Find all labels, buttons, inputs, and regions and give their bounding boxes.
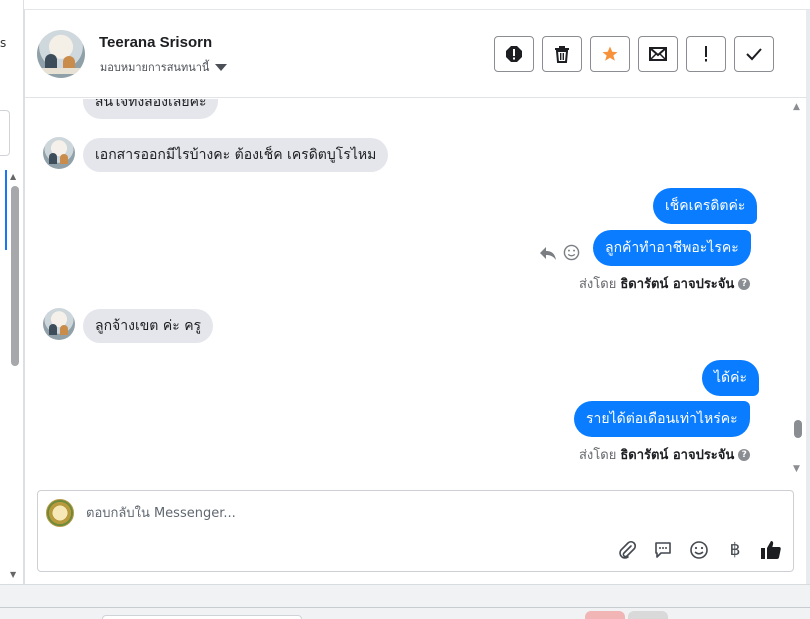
contact-avatar-small (43, 308, 75, 340)
mark-unread-button[interactable] (638, 36, 678, 72)
sent-by-prefix: ส่งโดย (579, 448, 617, 463)
conversation-panel: Teerana Srisorn มอบหมายการสนทนานี้ สนใจท… (24, 10, 807, 584)
reply-icon[interactable] (539, 245, 557, 261)
chat-scroll-down-arrow[interactable]: ▼ (793, 464, 800, 474)
contact-avatar[interactable] (37, 30, 85, 78)
incoming-message[interactable]: สนใจทั้งสองเลยคะ (83, 99, 219, 119)
taskbar-app-icon[interactable] (585, 611, 625, 619)
mark-done-button[interactable] (734, 36, 774, 72)
sidebar-edge-text: s (0, 36, 7, 50)
message-actions (539, 244, 580, 261)
attach-button[interactable] (614, 537, 640, 563)
envelope-icon (649, 47, 667, 61)
message-thread[interactable]: สนใจทั้งสองเลยคะ เอกสารออกมีไรบ้างคะ ต้อ… (25, 99, 795, 477)
smiley-icon (690, 541, 708, 559)
sent-by-label: ส่งโดย ธิดารัตน์ อาจประจัน ? (579, 273, 751, 294)
thumbs-up-icon (761, 541, 781, 559)
chat-scroll-up-arrow[interactable]: ▲ (793, 102, 800, 112)
sidebar-scroll-down-arrow[interactable]: ▼ (10, 570, 16, 579)
react-emoji-icon[interactable] (563, 244, 580, 261)
page-avatar (46, 499, 74, 527)
top-border (24, 0, 810, 10)
star-button[interactable] (590, 36, 630, 72)
assign-conversation-dropdown[interactable]: มอบหมายการสนทนานี้ (100, 58, 228, 76)
message-composer: ฿ (37, 490, 794, 572)
sidebar-selection-indicator (5, 170, 7, 250)
sidebar-scroll-up-arrow[interactable]: ▲ (10, 172, 16, 181)
contact-name[interactable]: Teerana Srisorn (99, 34, 212, 51)
contact-avatar-small (43, 137, 75, 169)
sidebar-edge-card[interactable] (0, 110, 10, 156)
chat-bubble-icon (655, 542, 671, 558)
outgoing-message[interactable]: รายได้ต่อเดือนเท่าไหร่คะ (574, 401, 750, 437)
follow-up-button[interactable] (686, 36, 726, 72)
conversation-header: Teerana Srisorn มอบหมายการสนทนานี้ (25, 10, 807, 98)
outgoing-message[interactable]: เช็คเครดิตค่ะ (653, 188, 758, 224)
octagon-alert-icon (506, 46, 522, 62)
sent-by-prefix: ส่งโดย (579, 277, 617, 292)
outgoing-message[interactable]: ได้ค่ะ (702, 360, 760, 396)
emoji-button[interactable] (686, 537, 712, 563)
delete-button[interactable] (542, 36, 582, 72)
paperclip-icon (619, 540, 637, 559)
spam-report-button[interactable] (494, 36, 534, 72)
taskbar-tab[interactable] (102, 615, 302, 619)
sent-by-agent-name[interactable]: ธิดารัตน์ อาจประจัน (620, 444, 734, 465)
os-taskbar (0, 584, 810, 619)
reply-input[interactable] (86, 501, 686, 525)
exclamation-icon (705, 46, 707, 62)
taskbar-app-icon[interactable] (628, 611, 668, 619)
chat-scrollbar-thumb[interactable] (794, 420, 802, 438)
assign-label: มอบหมายการสนทนานี้ (100, 61, 210, 74)
left-sidebar-edge: s ▲ ▼ (0, 0, 24, 584)
help-icon[interactable]: ? (738, 277, 751, 290)
sent-by-agent-name[interactable]: ธิดารัตน์ อาจประจัน (620, 273, 734, 294)
star-icon (602, 46, 618, 61)
incoming-message[interactable]: ลูกจ้างเขต ค่ะ ครู (83, 309, 214, 343)
caret-down-icon (215, 63, 228, 71)
trash-icon (555, 46, 569, 63)
incoming-message[interactable]: เอกสารออกมีไรบ้างคะ ต้องเช็ค เครดิตบูโรไ… (83, 138, 389, 172)
help-icon[interactable]: ? (738, 448, 751, 461)
sidebar-scrollbar-thumb[interactable] (11, 186, 19, 366)
like-button[interactable] (758, 537, 784, 563)
payment-button[interactable]: ฿ (722, 537, 748, 563)
chat-scrollbar[interactable]: ▲ ▼ (791, 102, 805, 474)
sent-by-label: ส่งโดย ธิดารัตน์ อาจประจัน ? (579, 444, 751, 465)
quick-reply-button[interactable] (650, 537, 676, 563)
checkmark-icon (746, 48, 762, 61)
taskbar-divider (0, 607, 810, 608)
outgoing-message[interactable]: ลูกค้าทำอาชีพอะไรคะ (593, 230, 751, 266)
baht-icon: ฿ (729, 540, 741, 560)
